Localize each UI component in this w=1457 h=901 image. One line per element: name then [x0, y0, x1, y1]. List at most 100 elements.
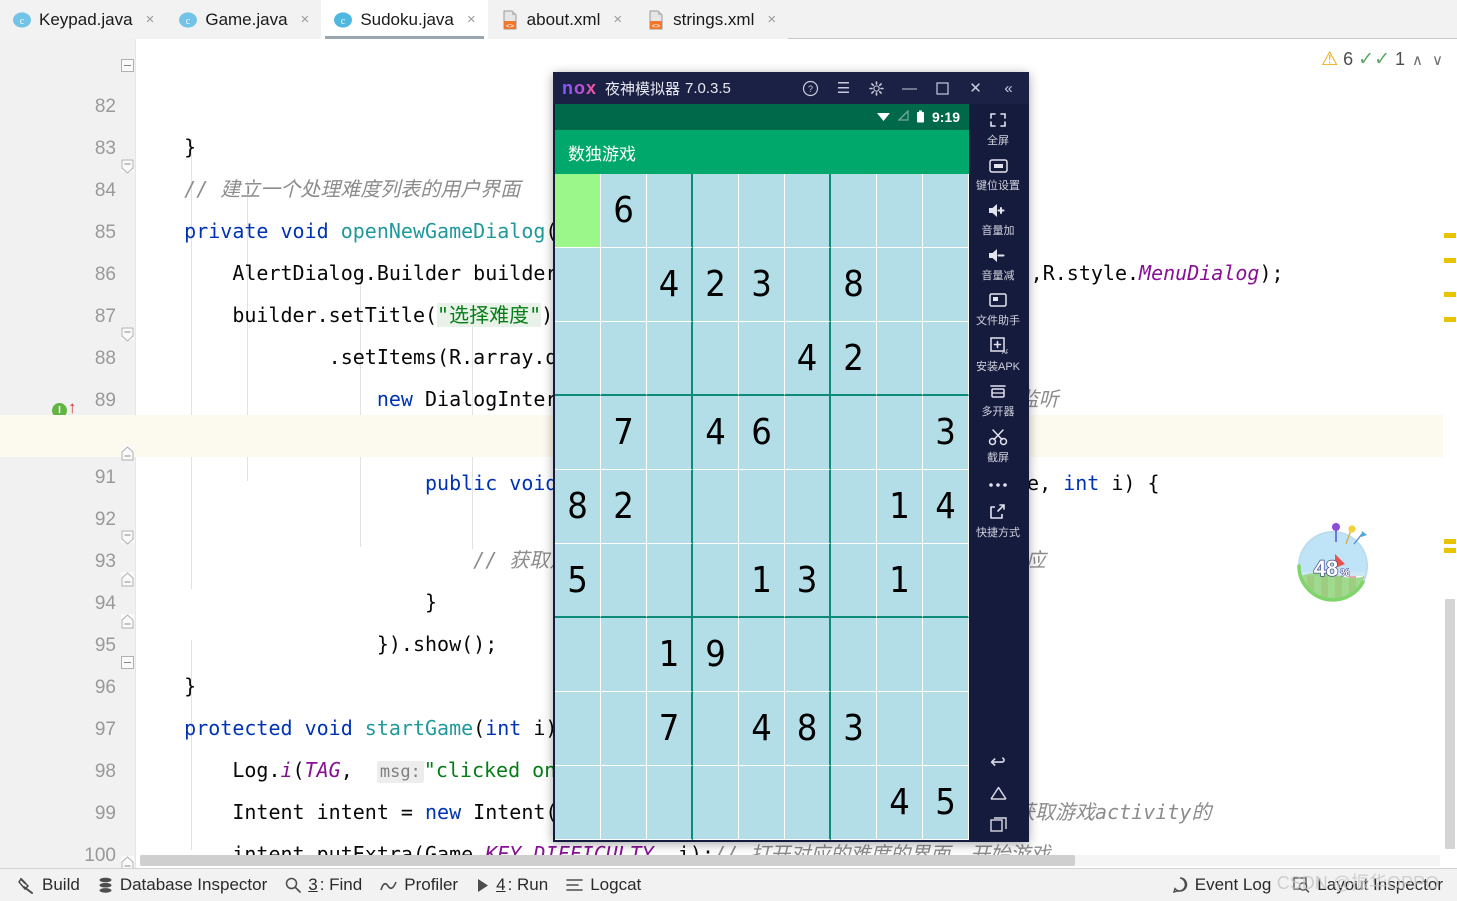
- nox-title-bar[interactable]: nox 夜神模拟器 7.0.3.5 ? ☰ — ✕ «: [553, 72, 1029, 104]
- sudoku-cell-r7-c5[interactable]: [739, 618, 785, 692]
- nox-emulator-window[interactable]: nox 夜神模拟器 7.0.3.5 ? ☰ — ✕ « 9:19 数独游戏 6 …: [553, 72, 1029, 842]
- warning-marker[interactable]: [1444, 292, 1456, 297]
- fold-marker-expanded[interactable]: [121, 856, 134, 868]
- help-icon[interactable]: ?: [794, 72, 827, 104]
- sudoku-cell-r1-c3[interactable]: [647, 174, 693, 248]
- nox-toolbar-sidebar[interactable]: 全屏键位设置音量加音量减文件助手 APK 安装APK 多开器截屏快捷方式 ↩: [969, 104, 1027, 840]
- sudoku-cell-r2-c5[interactable]: 3: [739, 248, 785, 322]
- nox-sidebar-item-more-dots[interactable]: [969, 467, 1027, 496]
- nox-sidebar-item-keymapping[interactable]: 键位设置: [969, 150, 1027, 195]
- nox-sidebar-item-shortcut-external[interactable]: 快捷方式: [969, 496, 1027, 542]
- sudoku-cell-r4-c4[interactable]: 4: [693, 396, 739, 470]
- sudoku-cell-r5-c9[interactable]: 4: [923, 470, 969, 544]
- nox-sidebar-item-volume-up[interactable]: 音量加: [969, 195, 1027, 240]
- warning-marker[interactable]: [1444, 233, 1456, 238]
- sudoku-cell-r4-c7[interactable]: [831, 396, 877, 470]
- sudoku-cell-r2-c6[interactable]: [785, 248, 831, 322]
- sudoku-cell-r7-c2[interactable]: [601, 618, 647, 692]
- sudoku-cell-r8-c9[interactable]: [923, 692, 969, 766]
- warning-marker[interactable]: [1444, 317, 1456, 322]
- sudoku-cell-r5-c5[interactable]: [739, 470, 785, 544]
- status-find-button[interactable]: 3 : Find: [285, 875, 362, 895]
- sudoku-cell-r6-c4[interactable]: [693, 544, 739, 618]
- sudoku-cell-r9-c9[interactable]: 5: [923, 766, 969, 840]
- sudoku-cell-r7-c4[interactable]: 9: [693, 618, 739, 692]
- sudoku-cell-r5-c7[interactable]: [831, 470, 877, 544]
- recents-icon[interactable]: [989, 817, 1007, 836]
- tab-about-xml[interactable]: <> about.xml ×: [487, 0, 635, 39]
- sudoku-cell-r8-c5[interactable]: 4: [739, 692, 785, 766]
- sudoku-cell-r1-c7[interactable]: [831, 174, 877, 248]
- sudoku-cell-r6-c8[interactable]: 1: [877, 544, 923, 618]
- sudoku-cell-r7-c8[interactable]: [877, 618, 923, 692]
- sudoku-cell-r6-c3[interactable]: [647, 544, 693, 618]
- sudoku-cell-r4-c9[interactable]: 3: [923, 396, 969, 470]
- sudoku-cell-r6-c2[interactable]: [601, 544, 647, 618]
- override-arrow-icon[interactable]: ↑: [68, 399, 77, 416]
- tab-game-java[interactable]: c Game.java ×: [166, 0, 322, 39]
- warning-marker[interactable]: [1444, 539, 1456, 544]
- sudoku-cell-r2-c3[interactable]: 4: [647, 248, 693, 322]
- sudoku-cell-r4-c3[interactable]: [647, 396, 693, 470]
- sudoku-cell-r4-c8[interactable]: [877, 396, 923, 470]
- sudoku-cell-r5-c2[interactable]: 2: [601, 470, 647, 544]
- sudoku-cell-r9-c2[interactable]: [601, 766, 647, 840]
- sudoku-cell-r1-c4[interactable]: [693, 174, 739, 248]
- sudoku-cell-r3-c6[interactable]: 4: [785, 322, 831, 396]
- sudoku-cell-r3-c9[interactable]: [923, 322, 969, 396]
- menu-icon[interactable]: ☰: [827, 72, 860, 104]
- sudoku-cell-r6-c7[interactable]: [831, 544, 877, 618]
- sudoku-cell-r3-c5[interactable]: [739, 322, 785, 396]
- sudoku-cell-r1-c1[interactable]: [555, 174, 601, 248]
- status-layout-inspector-button[interactable]: Layout Inspector: [1293, 875, 1443, 895]
- sudoku-cell-r2-c1[interactable]: [555, 248, 601, 322]
- sudoku-cell-r5-c8[interactable]: 1: [877, 470, 923, 544]
- warning-marker[interactable]: [1444, 258, 1456, 263]
- tab-sudoku-java[interactable]: c Sudoku.java ×: [321, 0, 488, 39]
- status-build-button[interactable]: Build: [18, 875, 80, 895]
- vertical-scrollbar-thumb[interactable]: [1445, 599, 1455, 849]
- error-stripe-marker-bar[interactable]: [1443, 39, 1457, 849]
- sudoku-cell-r9-c7[interactable]: [831, 766, 877, 840]
- status-logcat-button[interactable]: Logcat: [566, 875, 641, 895]
- sudoku-cell-r4-c6[interactable]: [785, 396, 831, 470]
- sudoku-cell-r4-c5[interactable]: 6: [739, 396, 785, 470]
- sudoku-cell-r8-c3[interactable]: 7: [647, 692, 693, 766]
- warning-marker[interactable]: [1444, 548, 1456, 553]
- nox-sidebar-item-fullscreen[interactable]: 全屏: [969, 104, 1027, 150]
- sudoku-cell-r9-c8[interactable]: 4: [877, 766, 923, 840]
- sudoku-cell-r2-c2[interactable]: [601, 248, 647, 322]
- nox-sidebar-item-screenshot-scissors[interactable]: 截屏: [969, 421, 1027, 467]
- sudoku-cell-r6-c9[interactable]: [923, 544, 969, 618]
- nox-sidebar-item-install-apk[interactable]: APK 安装APK: [969, 330, 1027, 376]
- sudoku-cell-r1-c6[interactable]: [785, 174, 831, 248]
- sudoku-cell-r8-c7[interactable]: 3: [831, 692, 877, 766]
- sudoku-cell-r9-c6[interactable]: [785, 766, 831, 840]
- sudoku-cell-r8-c2[interactable]: [601, 692, 647, 766]
- android-screen[interactable]: 9:19 数独游戏 642384274638214513119748345: [555, 104, 969, 840]
- status-event-log-button[interactable]: Event Log: [1172, 875, 1271, 895]
- horizontal-scrollbar-thumb[interactable]: [140, 855, 1075, 866]
- sudoku-cell-r9-c4[interactable]: [693, 766, 739, 840]
- sudoku-cell-r1-c5[interactable]: [739, 174, 785, 248]
- sudoku-cell-r9-c3[interactable]: [647, 766, 693, 840]
- sudoku-cell-r1-c2[interactable]: 6: [601, 174, 647, 248]
- sudoku-cell-r5-c3[interactable]: [647, 470, 693, 544]
- sudoku-grid[interactable]: 642384274638214513119748345: [555, 174, 969, 840]
- sudoku-cell-r3-c7[interactable]: 2: [831, 322, 877, 396]
- sudoku-cell-r2-c8[interactable]: [877, 248, 923, 322]
- settings-gear-icon[interactable]: [860, 72, 893, 104]
- sudoku-cell-r3-c2[interactable]: [601, 322, 647, 396]
- sudoku-cell-r4-c1[interactable]: [555, 396, 601, 470]
- status-run-button[interactable]: 4 : Run: [476, 875, 548, 895]
- sudoku-cell-r9-c5[interactable]: [739, 766, 785, 840]
- tab-close-icon[interactable]: ×: [765, 12, 778, 27]
- sudoku-cell-r5-c4[interactable]: [693, 470, 739, 544]
- sudoku-cell-r3-c1[interactable]: [555, 322, 601, 396]
- tab-keypad-java[interactable]: c Keypad.java ×: [0, 0, 167, 39]
- sudoku-cell-r3-c3[interactable]: [647, 322, 693, 396]
- minimize-icon[interactable]: —: [893, 72, 926, 104]
- nox-sidebar-item-file-assistant[interactable]: 文件助手: [969, 285, 1027, 330]
- sudoku-cell-r8-c6[interactable]: 8: [785, 692, 831, 766]
- tab-close-icon[interactable]: ×: [144, 12, 157, 27]
